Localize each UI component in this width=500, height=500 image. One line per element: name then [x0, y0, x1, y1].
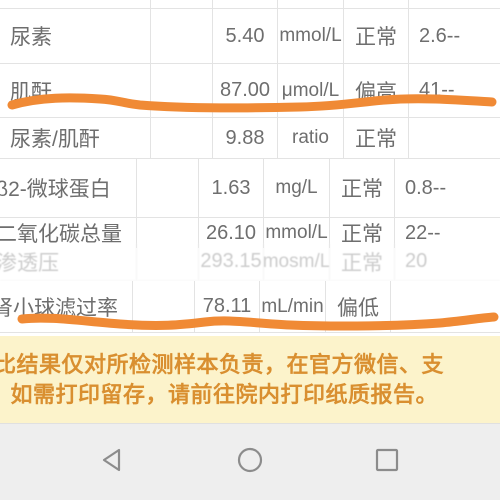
cell-unit: μmol/L [277, 64, 343, 117]
cell-blank [150, 118, 212, 158]
notice-line-1: 比结果仅对所检测样本负责，在官方微信、支 [0, 352, 445, 377]
table-row[interactable]: 尿素/肌酐 9.88 ratio 正常 [0, 118, 500, 159]
home-circle-icon [235, 445, 265, 480]
cell-reference-range [390, 281, 500, 332]
table-row-ghost-scroll-artifact: 渗透压 293.15 mosm/L 正常 20 [0, 243, 500, 281]
table-row[interactable]: β2-微球蛋白 1.63 mg/L 正常 0.8-- [0, 159, 500, 218]
cell-reference-range: 41-- [408, 64, 500, 117]
cell-value: 87.00 [212, 64, 277, 117]
cell-blank [136, 243, 198, 280]
cell-blank [150, 0, 212, 8]
cell-value: 9.88 [212, 118, 277, 158]
android-navigation-bar [0, 423, 500, 500]
cell-value: 78.11 [194, 281, 259, 332]
notice-line-2: ，如需打印留存，请前往院内打印纸质报告。 [0, 382, 439, 407]
cell-blank [150, 64, 212, 117]
cell-item-name: β2-微球蛋白 [0, 178, 111, 201]
cell-value: 293.15 [198, 243, 263, 280]
cell-value: 1.63 [198, 159, 263, 217]
cell-unit: mL/min [259, 281, 325, 332]
cell-item-name: 尿素 [10, 26, 52, 49]
disclaimer-notice-banner: 比结果仅对所检测样本负责，在官方微信、支 ，如需打印留存，请前往院内打印纸质报告… [0, 336, 500, 423]
cell-unit: mmol/L [277, 9, 343, 63]
cell-unit: mosm/L [263, 243, 330, 280]
table-row[interactable]: 尿素 5.40 mmol/L 正常 2.6-- [0, 9, 500, 64]
cell-item-name: 渗透压 [0, 251, 59, 275]
cell-reference-range: 0.8-- [394, 159, 500, 217]
app-screen: 尿素 5.40 mmol/L 正常 2.6-- 肌酐 87.00 μmol/L … [0, 0, 500, 500]
nav-recents-button[interactable] [332, 424, 442, 500]
cell-unit: mg/L [263, 159, 329, 217]
cell-blank [136, 159, 198, 217]
table-row[interactable]: 肾小球滤过率 78.11 mL/min 偏低 [0, 281, 500, 333]
cell-status: 偏高 [343, 64, 408, 117]
cell-status: 正常 [329, 243, 394, 280]
cell-value [212, 0, 277, 8]
cell-item-name: 肌酐 [10, 80, 52, 104]
cell-reference-range [408, 0, 500, 8]
table-row-partial-top[interactable] [0, 0, 500, 9]
cell-reference-range [408, 118, 500, 158]
cell-blank [132, 281, 194, 332]
cell-reference-range: 20 [394, 243, 500, 280]
nav-back-button[interactable] [58, 424, 168, 500]
cell-unit: ratio [277, 118, 343, 158]
cell-reference-range: 2.6-- [408, 9, 500, 63]
cell-status [343, 0, 408, 8]
cell-item-name: 尿素/肌酐 [10, 128, 100, 151]
back-triangle-icon [98, 445, 128, 480]
cell-item-name: 肾小球滤过率 [0, 296, 118, 320]
cell-status: 正常 [343, 9, 408, 63]
cell-status: 偏低 [325, 281, 390, 332]
table-row[interactable]: 肌酐 87.00 μmol/L 偏高 41-- [0, 64, 500, 118]
cell-status: 正常 [329, 159, 394, 217]
cell-blank [150, 9, 212, 63]
cell-status: 正常 [343, 118, 408, 158]
lab-results-table[interactable]: 尿素 5.40 mmol/L 正常 2.6-- 肌酐 87.00 μmol/L … [0, 0, 500, 336]
cell-value: 5.40 [212, 9, 277, 63]
cell-unit [277, 0, 343, 8]
recents-square-icon [372, 445, 402, 480]
nav-home-button[interactable] [195, 424, 305, 500]
